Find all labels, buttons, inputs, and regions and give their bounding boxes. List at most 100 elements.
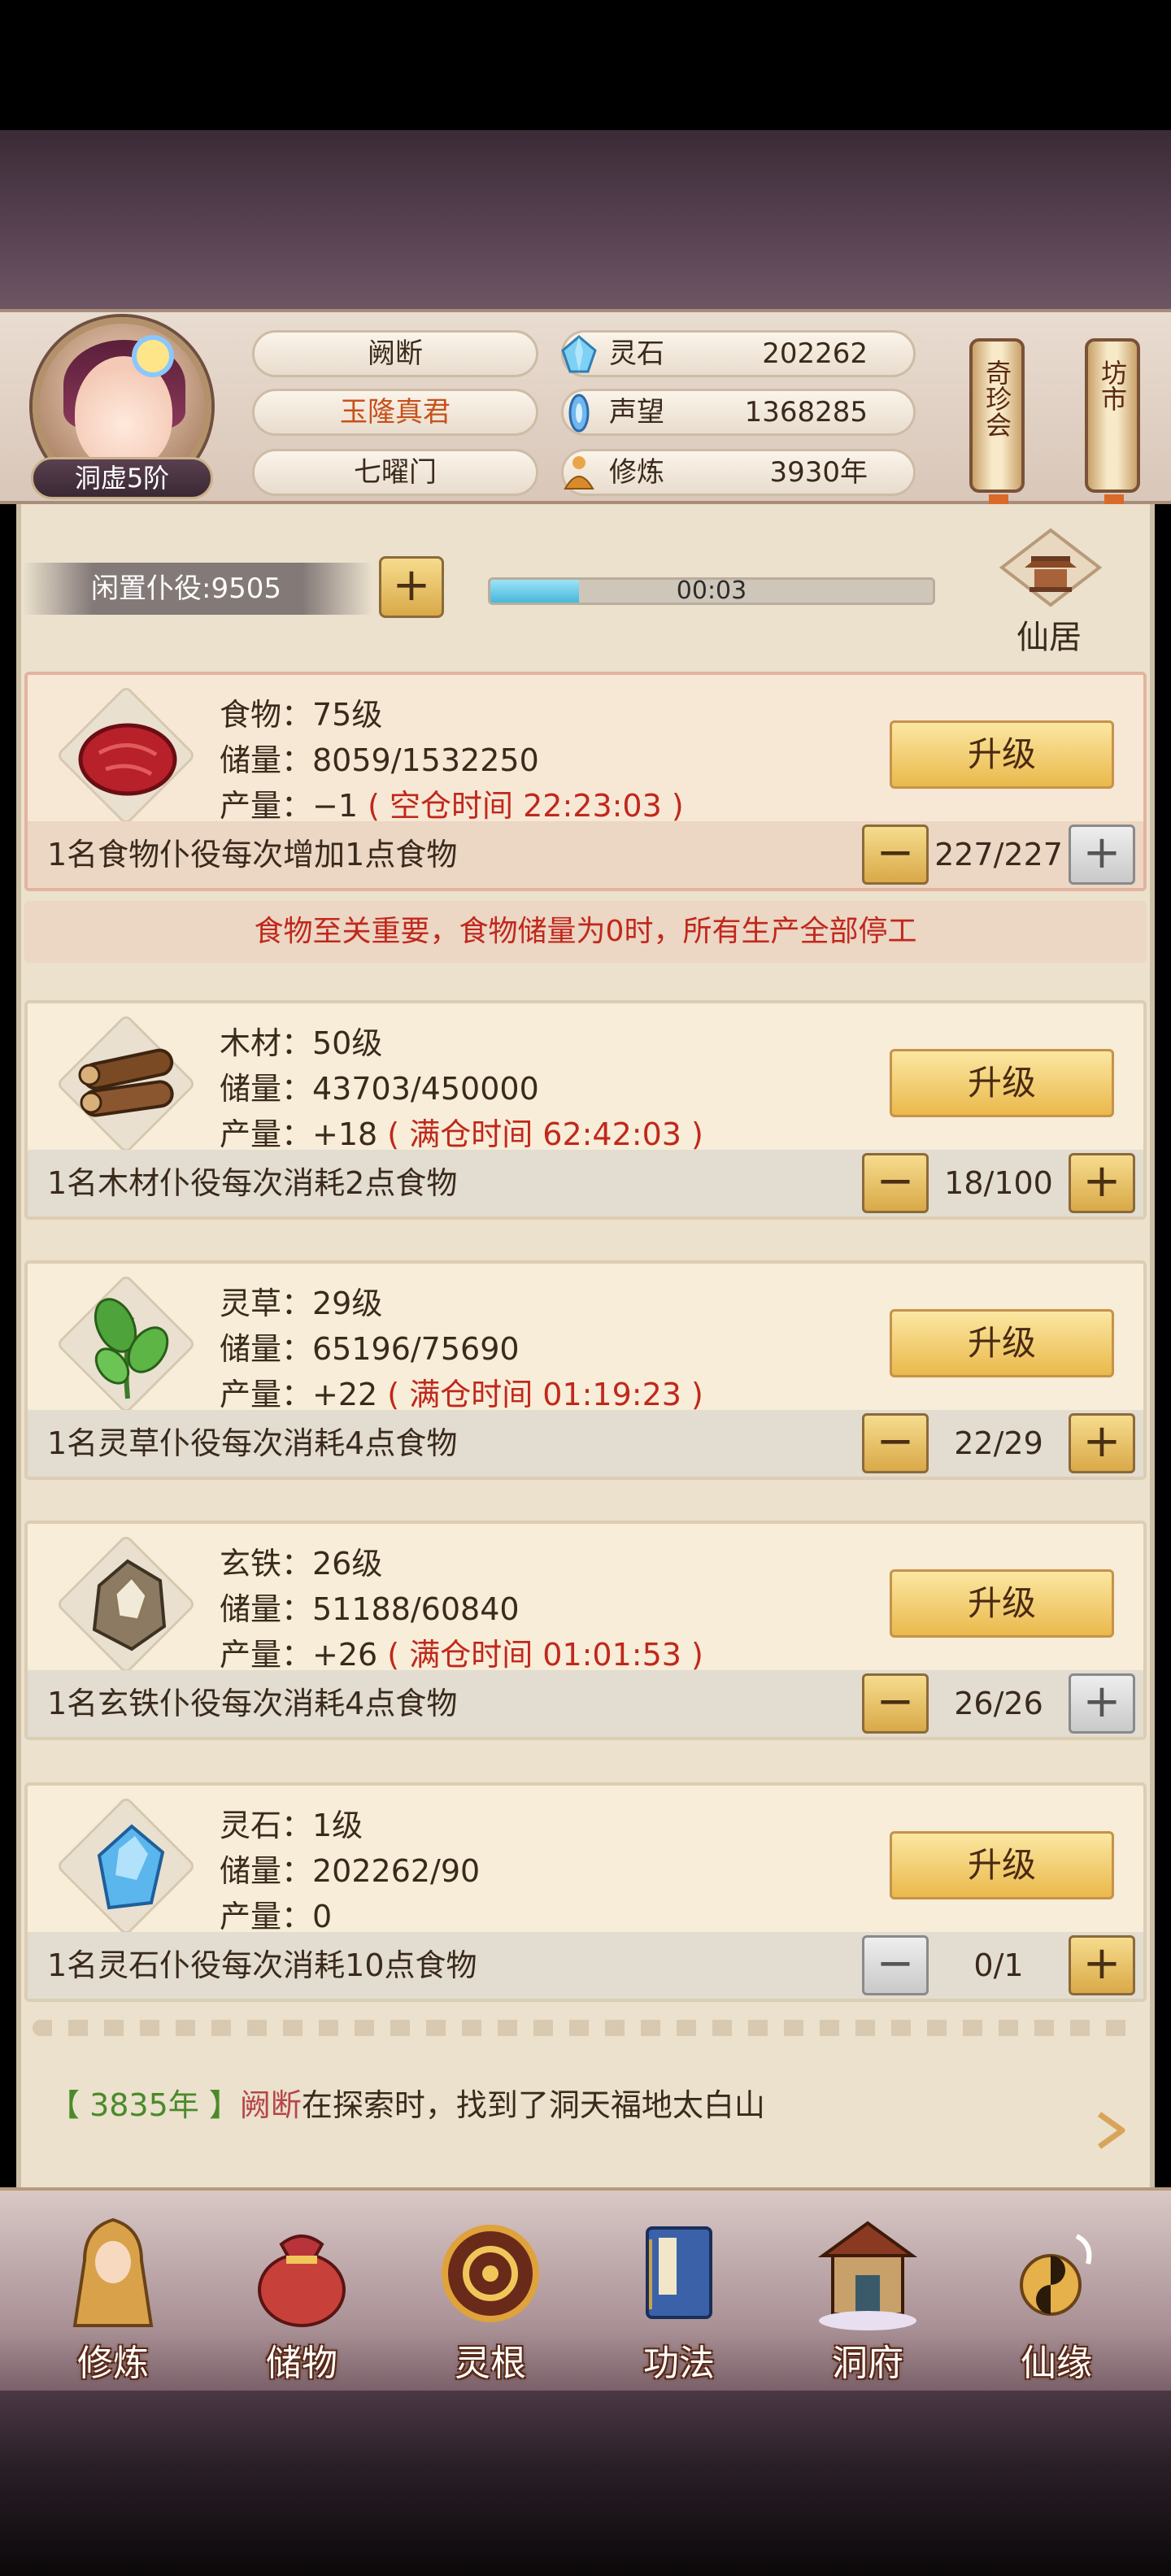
servant-description: 1名玄铁仆役每次消耗4点食物 xyxy=(47,1686,458,1721)
output-timer-note: ( 空仓时间 22:23:03 ) xyxy=(368,788,684,824)
nav-label: 仙缘 xyxy=(1021,2343,1092,2384)
output-value: 产量：+26 xyxy=(220,1637,378,1673)
cultivation-counter: 修炼 3930年 xyxy=(561,449,916,496)
player-sect[interactable]: 七曜门 xyxy=(252,449,538,496)
reputation-icon xyxy=(568,394,590,433)
nav-label: 洞府 xyxy=(832,2343,903,2384)
servant-count: 0/1 xyxy=(973,1947,1024,1983)
spirit-stone-counter: 灵石 202262 xyxy=(561,330,916,377)
output-value: 产量：+22 xyxy=(220,1377,378,1412)
progress-timer: 00:03 xyxy=(676,577,747,605)
nav-item-cultivate[interactable]: 修炼 xyxy=(44,2212,182,2384)
resource-label: 灵石 xyxy=(609,337,664,370)
decrease-servant-button[interactable]: − xyxy=(862,1413,929,1473)
output-timer-note: ( 满仓时间 01:01:53 ) xyxy=(387,1637,703,1673)
technique-book-icon xyxy=(646,2226,712,2319)
decrease-servant-button[interactable]: − xyxy=(862,1935,929,1995)
fortune-icon xyxy=(1020,2234,1092,2316)
cave-residence-icon xyxy=(817,2221,918,2330)
storage-bag-icon xyxy=(258,2234,346,2327)
resource-card-wood: 木材：50级 储量：43703/450000 产量：+18 ( 满仓时间 62:… xyxy=(24,1000,1147,1220)
meat-icon xyxy=(78,723,177,796)
log-year: 【 3835年 】 xyxy=(49,2087,240,2123)
increase-servant-button[interactable]: + xyxy=(1069,1413,1135,1473)
event-log: 【 3835年 】阙断在探索时，找到了洞天福地太白山 xyxy=(49,2080,765,2125)
output-value: 产量：+18 xyxy=(220,1116,378,1152)
log-text: 在探索时，找到了洞天福地太白山 xyxy=(301,2087,765,2123)
upgrade-button[interactable]: 升级 xyxy=(890,1049,1114,1117)
herb-icon xyxy=(94,1298,169,1399)
market-button[interactable]: 坊市 xyxy=(1085,338,1140,535)
nav-item-technique[interactable]: 功法 xyxy=(610,2212,748,2384)
avatar-face xyxy=(75,356,172,470)
nav-label: 灵根 xyxy=(455,2343,526,2384)
servant-count: 227/227 xyxy=(934,837,1063,872)
ornamental-divider xyxy=(33,2020,1138,2036)
resource-card-spirit-stone: 灵石：1级 储量：202262/90 产量：0 升级 1名灵石仆役每次消耗10点… xyxy=(24,1782,1147,2002)
add-servant-button[interactable]: + xyxy=(379,556,444,618)
upgrade-button[interactable]: 升级 xyxy=(890,1831,1114,1899)
resource-output: 产量：0 xyxy=(220,1891,332,1936)
servant-description: 1名灵草仆役每次消耗4点食物 xyxy=(47,1425,458,1461)
resource-storage: 储量：51188/60840 xyxy=(220,1591,520,1627)
pavilion-icon[interactable] xyxy=(994,527,1108,616)
resource-storage: 储量：65196/75690 xyxy=(220,1331,520,1367)
nav-label: 修炼 xyxy=(77,2343,149,2384)
food-warning: 食物至关重要，食物储量为0时，所有生产全部停工 xyxy=(24,901,1147,963)
nav-label: 储物 xyxy=(266,2343,337,2384)
spirit-root-icon xyxy=(442,2225,539,2322)
resource-output: 产量：+22 ( 满仓时间 01:19:23 ) xyxy=(220,1369,703,1414)
increase-servant-button[interactable]: + xyxy=(1069,1153,1135,1213)
resource-output: 产量：−1 ( 空仓时间 22:23:03 ) xyxy=(220,781,684,825)
idle-servants-label: 闲置仆役:9505 xyxy=(23,563,372,615)
resource-value: 3930年 xyxy=(769,456,868,489)
cultivation-icon xyxy=(564,456,594,490)
chevron-right-icon[interactable] xyxy=(1090,2108,1135,2153)
resource-level: 木材：50级 xyxy=(220,1025,383,1061)
decrease-servant-button[interactable]: − xyxy=(862,1673,929,1734)
resource-level: 玄铁：26级 xyxy=(220,1546,383,1582)
bottom-background xyxy=(0,2391,1171,2576)
header-background xyxy=(0,130,1171,309)
resource-storage: 储量：8059/1532250 xyxy=(220,742,539,778)
increase-servant-button[interactable]: + xyxy=(1069,825,1135,885)
servant-description: 1名灵石仆役每次消耗10点食物 xyxy=(47,1947,477,1983)
decrease-servant-button[interactable]: − xyxy=(862,825,929,885)
servant-count: 26/26 xyxy=(954,1686,1043,1721)
player-name: 阙断 xyxy=(252,330,538,377)
nav-item-storage[interactable]: 储物 xyxy=(233,2212,371,2384)
upgrade-button[interactable]: 升级 xyxy=(890,1569,1114,1638)
nav-item-fortune[interactable]: 仙缘 xyxy=(987,2212,1125,2384)
resource-storage: 储量：43703/450000 xyxy=(220,1071,539,1107)
decrease-servant-button[interactable]: − xyxy=(862,1153,929,1213)
crystal-icon xyxy=(97,1824,165,1910)
resource-level: 灵石：1级 xyxy=(220,1808,363,1843)
nav-label: 功法 xyxy=(643,2343,715,2384)
nav-item-spirit-root[interactable]: 灵根 xyxy=(421,2212,559,2384)
cultivate-icon xyxy=(72,2217,154,2327)
servant-description: 1名食物仆役每次增加1点食物 xyxy=(47,837,458,872)
log-player-name: 阙断 xyxy=(239,2087,302,2123)
hair-flower-icon xyxy=(137,340,169,372)
upgrade-button[interactable]: 升级 xyxy=(890,1309,1114,1377)
production-progress-bar: 00:03 xyxy=(488,577,935,605)
resource-label: 修炼 xyxy=(609,456,664,489)
resource-storage: 储量：202262/90 xyxy=(220,1853,481,1889)
residence-label[interactable]: 仙居 xyxy=(968,615,1130,660)
resource-output: 产量：+18 ( 满仓时间 62:42:03 ) xyxy=(220,1109,703,1154)
resource-card-herb: 灵草：29级 储量：65196/75690 产量：+22 ( 满仓时间 01:1… xyxy=(24,1260,1147,1480)
nav-item-cave-residence[interactable]: 洞府 xyxy=(799,2212,937,2384)
status-bar-area xyxy=(0,0,1171,130)
wood-logs-icon xyxy=(78,1048,174,1117)
increase-servant-button[interactable]: + xyxy=(1069,1935,1135,1995)
lantern-label: 坊市 xyxy=(1097,359,1128,411)
lantern-label: 奇珍会 xyxy=(982,359,1012,437)
iron-ore-icon xyxy=(92,1559,167,1651)
output-value: 产量：0 xyxy=(220,1899,333,1934)
increase-servant-button[interactable]: + xyxy=(1069,1673,1135,1734)
player-title[interactable]: 玉隆真君 xyxy=(252,389,538,436)
upgrade-button[interactable]: 升级 xyxy=(890,720,1114,789)
treasure-fair-button[interactable]: 奇珍会 xyxy=(969,338,1025,535)
resource-card-food: 食物：75级 储量：8059/1532250 产量：−1 ( 空仓时间 22:2… xyxy=(24,672,1147,891)
rank-badge: 洞虚5阶 xyxy=(31,457,213,499)
